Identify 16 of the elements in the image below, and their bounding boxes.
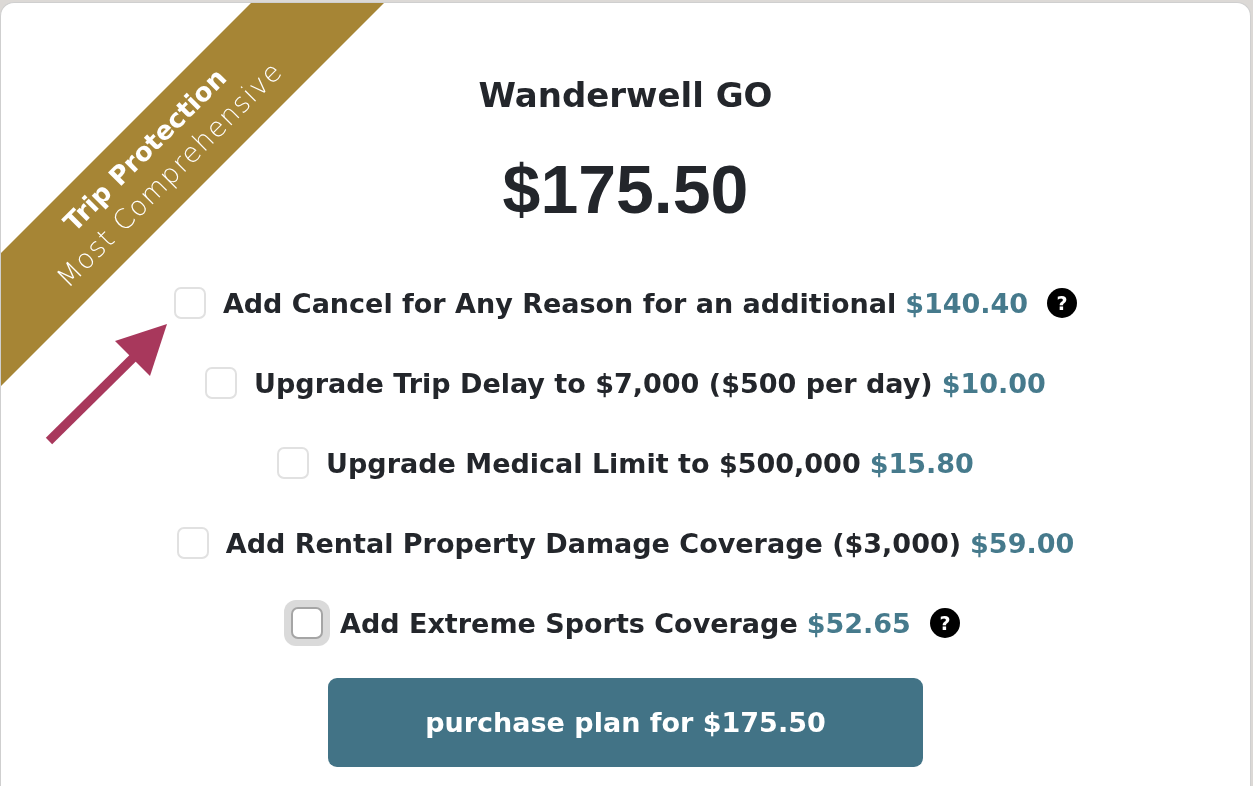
option-price: $10.00 xyxy=(941,367,1046,399)
plan-title: Wanderwell GO xyxy=(478,74,773,117)
help-button[interactable]: ? xyxy=(1047,288,1078,318)
help-button[interactable]: ? xyxy=(929,608,960,638)
option-price: $140.40 xyxy=(905,287,1029,319)
purchase-button[interactable]: purchase plan for $175.50 xyxy=(328,678,923,767)
plan-price: $175.50 xyxy=(502,150,749,229)
option-label: Add Cancel for Any Reason for an additional xyxy=(222,287,897,319)
option-price: $52.65 xyxy=(806,607,911,639)
option-price: $59.00 xyxy=(970,527,1075,559)
checkbox[interactable] xyxy=(291,607,324,639)
option-price: $15.80 xyxy=(869,447,974,479)
option-label: Upgrade Trip Delay to $7,000 ($500 per day) xyxy=(254,367,933,399)
option-label: Add Rental Property Damage Coverage ($3,000) xyxy=(225,527,962,559)
option-label: Add Extreme Sports Coverage xyxy=(340,607,798,639)
option-label: Upgrade Medical Limit to $500,000 xyxy=(326,447,861,479)
